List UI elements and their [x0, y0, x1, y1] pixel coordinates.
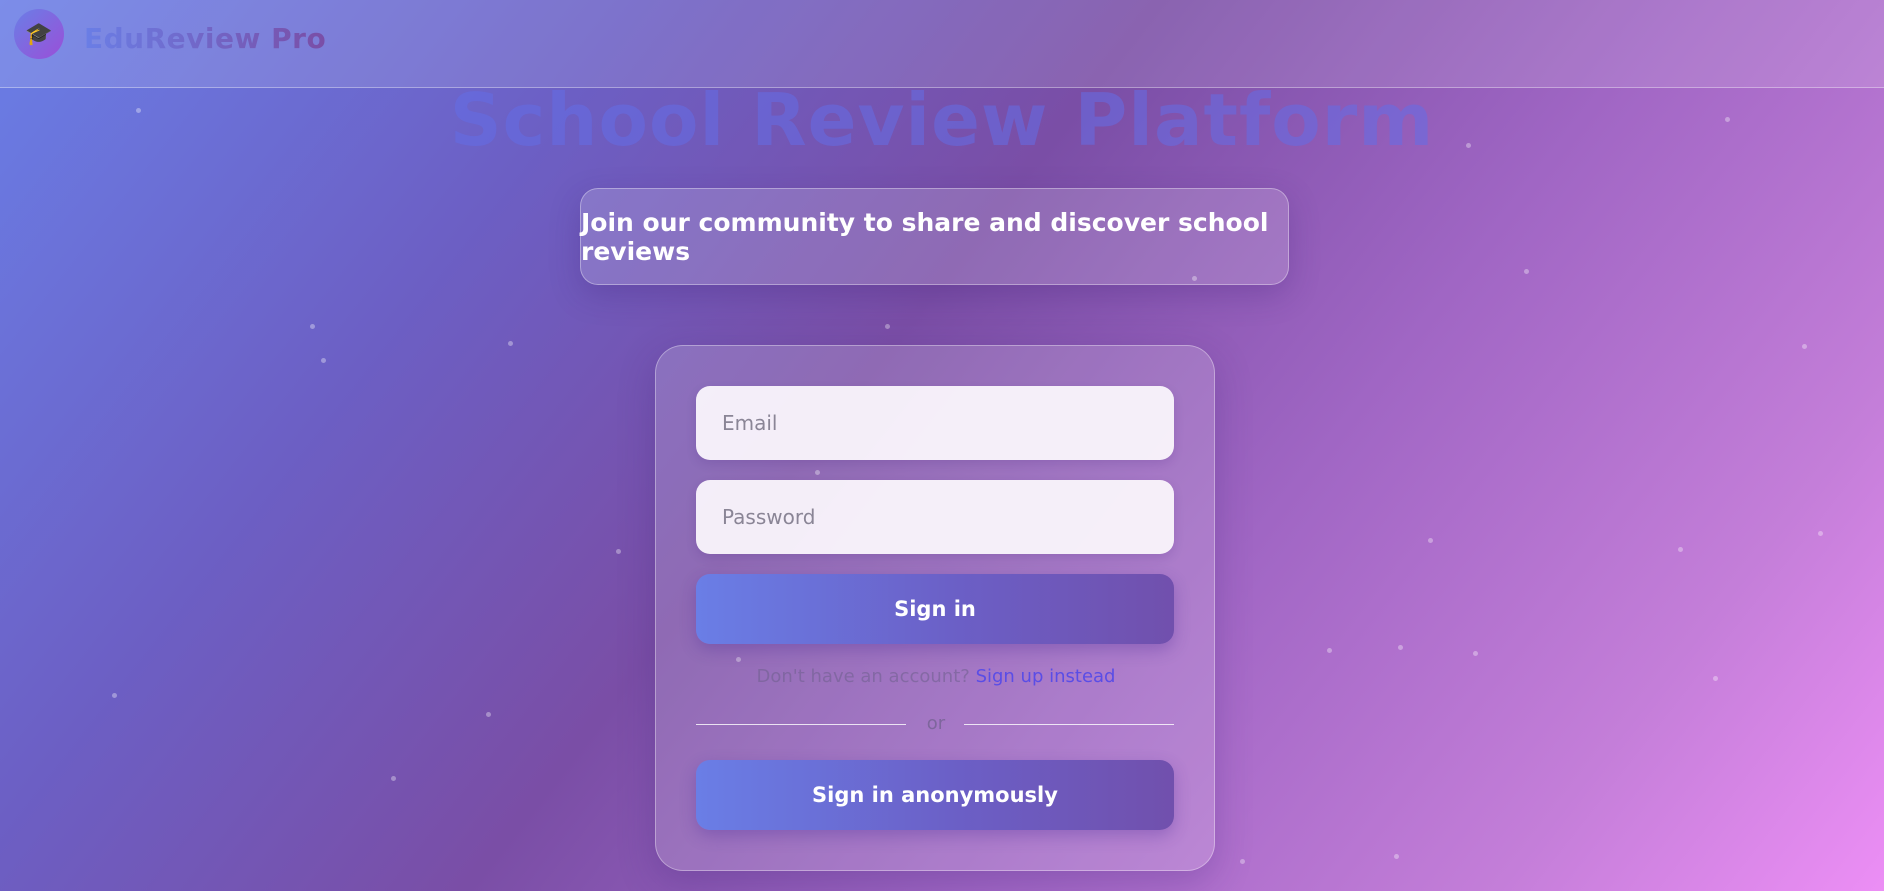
signup-prompt: Don't have an account?	[756, 666, 970, 687]
background-sparkle	[616, 549, 621, 554]
divider-right	[964, 724, 1174, 725]
graduation-cap-icon[interactable]: 🎓	[14, 9, 64, 59]
sign-in-anonymously-label: Sign in anonymously	[812, 783, 1058, 807]
signup-prompt-line: Don't have an account? Sign up instead	[656, 666, 1216, 687]
background-sparkle	[1678, 547, 1683, 552]
background-sparkle	[1327, 648, 1332, 653]
background-sparkle	[508, 341, 513, 346]
background-sparkle	[1524, 269, 1529, 274]
sign-in-anonymously-button[interactable]: Sign in anonymously	[696, 760, 1174, 830]
page-title: School Review Platform	[449, 78, 1435, 162]
subtitle-banner: Join our community to share and discover…	[580, 188, 1289, 285]
sign-in-label: Sign in	[894, 597, 976, 621]
login-card: Sign in Don't have an account? Sign up i…	[655, 345, 1215, 871]
background-sparkle	[1428, 538, 1433, 543]
background-sparkle	[1240, 859, 1245, 864]
top-header: 🎓 EduReview Pro	[0, 0, 1884, 88]
background-sparkle	[1398, 645, 1403, 650]
password-input[interactable]	[696, 480, 1174, 554]
sign-up-link[interactable]: Sign up instead	[976, 666, 1116, 687]
background-sparkle	[1394, 854, 1399, 859]
background-sparkle	[112, 693, 117, 698]
background-sparkle	[391, 776, 396, 781]
background-sparkle	[1713, 676, 1718, 681]
background-sparkle	[321, 358, 326, 363]
background-sparkle	[885, 324, 890, 329]
email-input[interactable]	[696, 386, 1174, 460]
background-sparkle	[486, 712, 491, 717]
brand-name[interactable]: EduReview Pro	[84, 22, 326, 55]
sign-in-button[interactable]: Sign in	[696, 574, 1174, 644]
background-sparkle	[1473, 651, 1478, 656]
background-sparkle	[1818, 531, 1823, 536]
background-sparkle	[1802, 344, 1807, 349]
background-sparkle	[310, 324, 315, 329]
logo-glyph: 🎓	[25, 21, 53, 47]
subtitle-text: Join our community to share and discover…	[581, 207, 1269, 266]
